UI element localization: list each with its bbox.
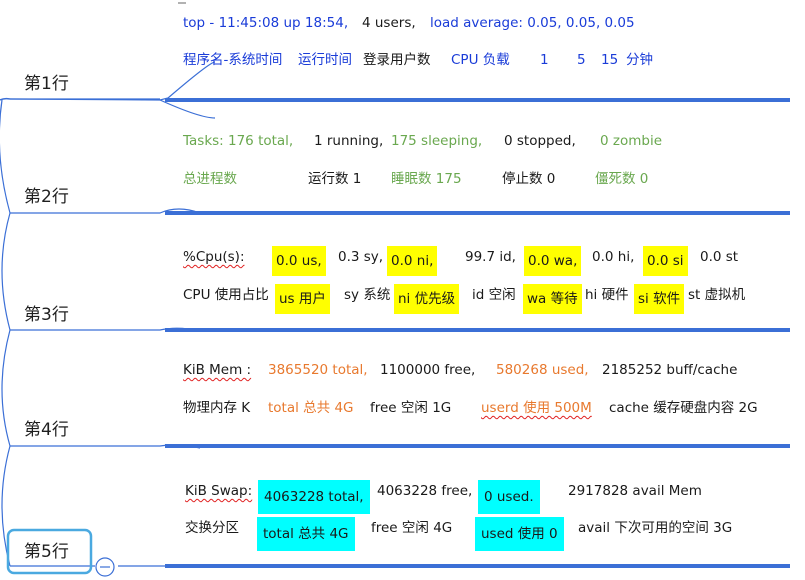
annot-ni: ni 优先级 <box>394 284 460 314</box>
annot-total: 总进程数 <box>183 171 237 187</box>
annot-uptime: 运行时间 <box>298 52 352 68</box>
swap-total: 4063228 total, <box>258 480 370 514</box>
tasks-total: Tasks: 176 total, <box>183 133 294 149</box>
row-label-1[interactable]: 第1行 <box>24 69 69 94</box>
cpu-si: 0.0 si <box>643 246 688 276</box>
swap-free: 4063228 free, <box>377 483 473 499</box>
mem-free: 1100000 free, <box>380 362 476 378</box>
annot-swap-total: total 总共 4G <box>257 517 355 551</box>
cpu-prefix: %Cpu(s): <box>183 249 245 265</box>
row-label-5[interactable]: 第5行 <box>24 537 69 562</box>
swap-avail: 2917828 avail Mem <box>568 483 702 499</box>
spine-curve-1 <box>0 97 11 101</box>
annot-si: si 软件 <box>634 284 685 314</box>
tasks-sleeping: 175 sleeping, <box>391 133 483 149</box>
separator-5 <box>165 564 790 568</box>
tasks-running: 1 running, <box>314 133 384 149</box>
annot-sleeping: 睡眠数 175 <box>391 171 462 187</box>
cpu-id: 99.7 id, <box>465 249 516 265</box>
annot-phys: 物理内存 K <box>183 400 251 416</box>
top-uptime: top - 11:45:08 up 18:54, <box>183 15 349 31</box>
annot-swap-used: used 使用 0 <box>475 517 564 551</box>
cpu-st: 0.0 st <box>700 249 739 265</box>
cpu-ni: 0.0 ni, <box>387 246 438 276</box>
row-label-3[interactable]: 第3行 <box>24 300 69 325</box>
annot-st: st 虚拟机 <box>688 287 746 303</box>
annot-swap-free: free 空闲 4G <box>371 520 453 536</box>
users-count: 4 users, <box>362 15 416 31</box>
annot-us: us 用户 <box>275 284 330 314</box>
swap-used: 0 used. <box>478 480 540 514</box>
row-label-2[interactable]: 第2行 <box>24 182 69 207</box>
annot-mem-cache: cache 缓存硬盘内容 2G <box>609 400 758 416</box>
annot-swap-avail: avail 下次可用的空间 3G <box>578 520 733 536</box>
mem-prefix: KiB Mem : <box>183 362 252 378</box>
annot-id: id 空闲 <box>472 287 516 303</box>
cpu-sy: 0.3 sy, <box>338 249 384 265</box>
cpu-wa: 0.0 wa, <box>524 246 582 276</box>
annot-stopped: 停止数 0 <box>502 171 556 187</box>
tasks-zombie: 0 zombie <box>600 133 663 149</box>
annot-mem-total: total 总共 4G <box>268 400 354 416</box>
annot-1min: 1 <box>540 52 549 68</box>
annot-cpu-load: CPU 负载 <box>451 52 510 68</box>
annot-wa: wa 等待 <box>523 284 582 314</box>
annot-hi: hi 硬件 <box>585 287 629 303</box>
annot-15min: 15 <box>601 52 619 68</box>
annot-minutes: 分钟 <box>626 52 653 68</box>
row-connector-1b <box>159 99 216 119</box>
separator-4 <box>165 444 790 448</box>
mem-cache: 2185252 buff/cache <box>602 362 738 378</box>
separator-2 <box>165 211 790 215</box>
mem-total: 3865520 total, <box>268 362 368 378</box>
load-average: load average: 0.05, 0.05, 0.05 <box>430 15 635 31</box>
swap-prefix: KiB Swap: <box>185 483 253 499</box>
tasks-stopped: 0 stopped, <box>504 133 576 149</box>
cpu-hi: 0.0 hi, <box>592 249 635 265</box>
annot-program: 程序名-系统时间 <box>183 52 283 68</box>
annot-zombie: 僵死数 0 <box>595 171 649 187</box>
row-label-4[interactable]: 第4行 <box>24 415 69 440</box>
annot-running: 运行数 1 <box>308 171 362 187</box>
annot-cpu: CPU 使用占比 <box>183 287 269 303</box>
annot-sy: sy 系统 <box>344 287 391 303</box>
left-spine <box>0 99 11 567</box>
mem-used: 580268 used, <box>496 362 589 378</box>
annot-swap: 交换分区 <box>185 520 239 536</box>
annot-mem-used: userd 使用 500M <box>481 400 592 416</box>
separator-1 <box>165 98 790 102</box>
cpu-us: 0.0 us, <box>272 246 326 276</box>
annot-mem-free: free 空闲 1G <box>370 400 452 416</box>
annot-users: 登录用户数 <box>363 52 431 68</box>
annot-5min: 5 <box>577 52 586 68</box>
separator-3 <box>165 328 790 332</box>
